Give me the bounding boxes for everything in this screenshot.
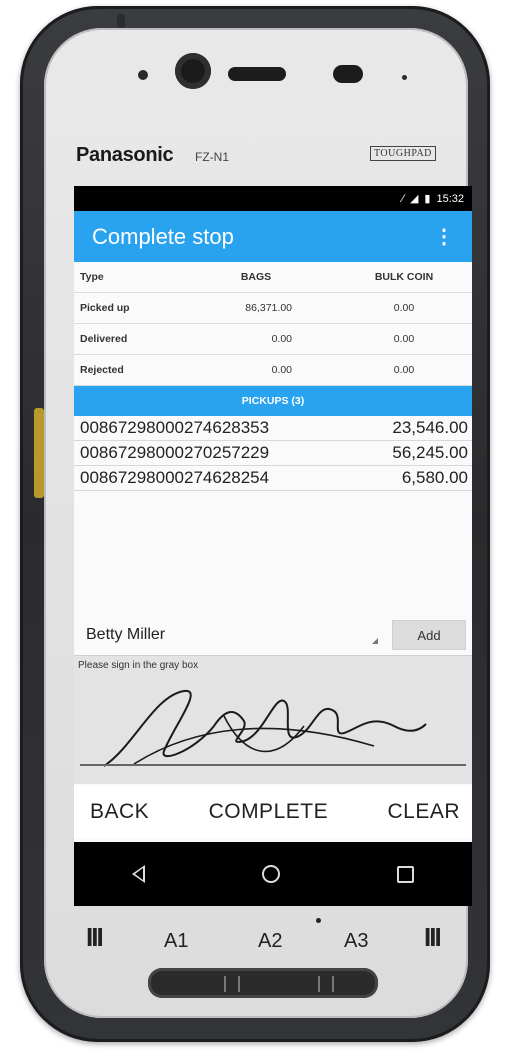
app-bar: Complete stop ⋮ <box>74 211 472 262</box>
nfc-icon: ∕ <box>402 192 404 205</box>
indicator-led <box>402 75 407 80</box>
toughpad-badge: TOUGHPAD <box>370 146 436 161</box>
signer-row: Betty Miller Add <box>74 620 472 650</box>
a2-key[interactable]: A2 <box>258 930 282 953</box>
pickup-amount: 56,245.00 <box>392 443 468 462</box>
overflow-menu-icon[interactable]: ⋮ <box>434 224 454 249</box>
bulk-coin-value: 0.00 <box>336 323 472 355</box>
status-time: 15:32 <box>436 192 464 205</box>
pickups-list: 00867298000274628353 23,546.00 008672980… <box>74 416 472 491</box>
microphone-dot <box>316 918 321 923</box>
bottom-connector <box>148 968 378 998</box>
back-button[interactable]: BACK <box>90 800 149 824</box>
pickup-id: 00867298000274628353 <box>80 418 270 437</box>
page-title: Complete stop <box>92 223 234 249</box>
android-nav-bar <box>74 842 472 906</box>
list-item[interactable]: 00867298000274628254 6,580.00 <box>74 466 472 491</box>
battery-icon: ▮ <box>424 193 431 205</box>
list-item[interactable]: 00867298000270257229 56,245.00 <box>74 441 472 466</box>
front-camera-icon <box>175 53 211 89</box>
summary-header-row: Type BAGS BULK COIN <box>74 262 472 293</box>
action-bar: BACK COMPLETE CLEAR <box>74 786 472 838</box>
connector-pin <box>238 976 240 992</box>
clear-button[interactable]: CLEAR <box>387 800 460 824</box>
row-label: Picked up <box>74 292 176 324</box>
side-scan-button[interactable] <box>34 408 44 498</box>
pickups-header[interactable]: PICKUPS (3) <box>74 386 472 416</box>
nav-recent-apps-icon[interactable] <box>396 865 414 883</box>
dropdown-arrow-icon[interactable] <box>372 638 378 644</box>
signal-icon: ◢ <box>409 193 419 205</box>
signature-pad[interactable]: Please sign in the gray box <box>74 655 472 784</box>
connector-pin <box>224 976 226 992</box>
pickup-id: 00867298000274628254 <box>80 468 270 487</box>
row-label: Rejected <box>74 354 176 386</box>
a3-key[interactable]: A3 <box>344 930 368 953</box>
add-signer-button[interactable]: Add <box>392 620 466 650</box>
earpiece-speaker <box>228 67 286 81</box>
pickup-id: 00867298000270257229 <box>80 443 270 462</box>
column-header-bags: BAGS <box>176 262 336 293</box>
right-scan-key[interactable]: III <box>424 922 442 953</box>
pickup-amount: 23,546.00 <box>392 418 468 437</box>
hardware-keys: III A1 A2 A3 III <box>82 922 472 966</box>
device-model: FZ-N1 <box>195 150 229 164</box>
nav-back-icon[interactable] <box>132 865 146 883</box>
signer-name-select[interactable]: Betty Miller <box>86 626 165 644</box>
signature-baseline <box>80 764 466 766</box>
left-scan-key[interactable]: III <box>86 922 104 953</box>
bulk-coin-value: 0.00 <box>336 292 472 324</box>
complete-button[interactable]: COMPLETE <box>209 800 329 824</box>
list-item[interactable]: 00867298000274628353 23,546.00 <box>74 416 472 441</box>
column-header-type: Type <box>74 262 176 293</box>
device-brand: Panasonic <box>76 144 174 166</box>
summary-row: Rejected 0.00 0.00 <box>74 354 472 386</box>
light-sensor <box>138 70 148 80</box>
summary-table: Type BAGS BULK COIN Picked up 86,371.00 … <box>74 262 472 386</box>
pickup-amount: 6,580.00 <box>401 468 468 487</box>
connector-pin <box>332 976 334 992</box>
bags-value: 0.00 <box>176 323 336 355</box>
summary-row: Picked up 86,371.00 0.00 <box>74 292 472 324</box>
a1-key[interactable]: A1 <box>164 930 188 953</box>
nav-home-icon[interactable] <box>261 865 280 883</box>
column-header-bulk-coin: BULK COIN <box>336 262 472 293</box>
bulk-coin-value: 0.00 <box>336 354 472 386</box>
antenna <box>117 14 125 28</box>
row-label: Delivered <box>74 323 176 355</box>
connector-pin <box>318 976 320 992</box>
status-bar: ∕ ◢ ▮ 15:32 <box>74 186 472 211</box>
summary-row: Delivered 0.00 0.00 <box>74 323 472 355</box>
bags-value: 0.00 <box>176 354 336 386</box>
device-screen: ∕ ◢ ▮ 15:32 Complete stop ⋮ Type BAGS BU… <box>74 186 472 906</box>
bags-value: 86,371.00 <box>176 292 336 324</box>
proximity-sensor <box>333 65 363 83</box>
